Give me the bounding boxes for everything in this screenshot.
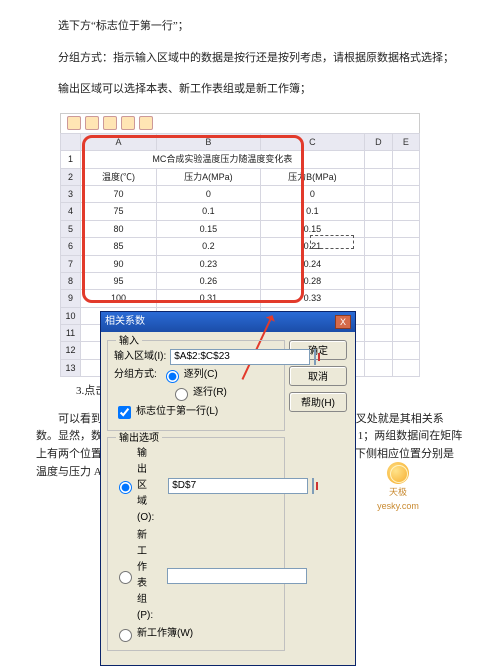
row-head[interactable]: 10: [61, 307, 81, 324]
toolbar-icon[interactable]: [103, 116, 117, 130]
toolbar-icon[interactable]: [121, 116, 135, 130]
toolbar-icon[interactable]: [85, 116, 99, 130]
radio-by-column-label: 逐列(C): [184, 367, 218, 383]
radio-new-workbook[interactable]: [119, 629, 132, 642]
toolbar-icon[interactable]: [139, 116, 153, 130]
col-head[interactable]: C: [260, 133, 364, 150]
row-head[interactable]: 4: [61, 203, 81, 220]
col-head[interactable]: E: [392, 133, 419, 150]
para-grouping: 分组方式：指示输入区域中的数据是按行还是按列考虑，请根据原数据格式选择；: [36, 50, 464, 68]
radio-by-row-label: 逐行(R): [193, 385, 227, 401]
refpicker-icon[interactable]: [312, 478, 314, 494]
col-head[interactable]: D: [364, 133, 392, 150]
cell[interactable]: 0.1: [156, 203, 260, 220]
cell[interactable]: 0.33: [260, 290, 364, 307]
cell[interactable]: 75: [81, 203, 157, 220]
cell[interactable]: 90: [81, 255, 157, 272]
row-head[interactable]: 13: [61, 359, 81, 376]
checkbox-labels-first-row[interactable]: [118, 406, 131, 419]
radio-by-column[interactable]: [166, 370, 179, 383]
table-title[interactable]: MC合成实验温度压力随温度变化表: [81, 151, 365, 168]
cell[interactable]: 95: [81, 272, 157, 289]
row-head[interactable]: 7: [61, 255, 81, 272]
row-head[interactable]: 1: [61, 151, 81, 168]
cell[interactable]: 0.24: [260, 255, 364, 272]
cell[interactable]: 100: [81, 290, 157, 307]
para-first-row-flag: 选下方“标志位于第一行”；: [36, 18, 464, 36]
row-head[interactable]: 5: [61, 220, 81, 237]
watermark-domain: yesky.com: [363, 499, 433, 513]
selectall-corner[interactable]: [61, 133, 81, 150]
dialog-correlation: 相关系数 X 确定 取消 帮助(H) 输入 输入区域(I): 分组方式: 逐列(…: [100, 311, 356, 666]
watermark-name: 天极: [363, 485, 433, 499]
radio-new-worksheet-label: 新工作表组(P):: [137, 528, 153, 624]
cell[interactable]: 0: [156, 185, 260, 202]
fieldset-input-legend: 输入: [116, 334, 142, 350]
cell[interactable]: 0.15: [260, 220, 364, 237]
cell[interactable]: 0.31: [156, 290, 260, 307]
input-range-field[interactable]: [170, 349, 310, 365]
checkbox-labels-first-row-label: 标志位于第一行(L): [136, 404, 218, 420]
row-head[interactable]: 8: [61, 272, 81, 289]
cancel-button[interactable]: 取消: [289, 366, 347, 386]
cell[interactable]: 80: [81, 220, 157, 237]
row-head[interactable]: 3: [61, 185, 81, 202]
excel-toolbar: [60, 113, 420, 133]
radio-output-range[interactable]: [119, 481, 132, 494]
cell[interactable]: 0.26: [156, 272, 260, 289]
output-range-field[interactable]: [168, 478, 308, 494]
toolbar-icon[interactable]: [67, 116, 81, 130]
col-head[interactable]: B: [156, 133, 260, 150]
row-head[interactable]: 12: [61, 342, 81, 359]
radio-output-range-label: 输出区域(O):: [137, 446, 154, 526]
cell[interactable]: 0.21: [260, 238, 364, 255]
radio-by-row[interactable]: [175, 388, 188, 401]
cell[interactable]: 0.28: [260, 272, 364, 289]
radio-new-worksheet[interactable]: [119, 571, 132, 584]
input-range-label: 输入区域(I):: [114, 349, 166, 365]
cell[interactable]: 0.23: [156, 255, 260, 272]
screenshot-figure: A B C D E 1MC合成实验温度压力随温度变化表 2温度(℃)压力A(MP…: [60, 113, 420, 377]
row-head[interactable]: 11: [61, 325, 81, 342]
row-head[interactable]: 6: [61, 238, 81, 255]
refpicker-icon[interactable]: [314, 349, 316, 365]
close-icon[interactable]: X: [335, 315, 351, 329]
para-output-options: 输出区域可以选择本表、新工作表组或是新工作簿；: [36, 81, 464, 99]
fieldset-output-legend: 输出选项: [116, 431, 162, 447]
cell[interactable]: 0: [260, 185, 364, 202]
dialog-title: 相关系数: [105, 314, 145, 330]
cell[interactable]: 0.1: [260, 203, 364, 220]
help-button[interactable]: 帮助(H): [289, 392, 347, 412]
cell[interactable]: 0.15: [156, 220, 260, 237]
cell[interactable]: 温度(℃): [81, 168, 157, 185]
row-head[interactable]: 2: [61, 168, 81, 185]
cell[interactable]: 70: [81, 185, 157, 202]
row-head[interactable]: 9: [61, 290, 81, 307]
cell[interactable]: 压力B(MPa): [260, 168, 364, 185]
cell[interactable]: 85: [81, 238, 157, 255]
cell[interactable]: 0.2: [156, 238, 260, 255]
grouping-label: 分组方式:: [114, 367, 157, 383]
new-worksheet-name-field[interactable]: [167, 568, 307, 584]
col-head[interactable]: A: [81, 133, 157, 150]
cell[interactable]: 压力A(MPa): [156, 168, 260, 185]
radio-new-workbook-label: 新工作簿(W): [137, 626, 193, 642]
